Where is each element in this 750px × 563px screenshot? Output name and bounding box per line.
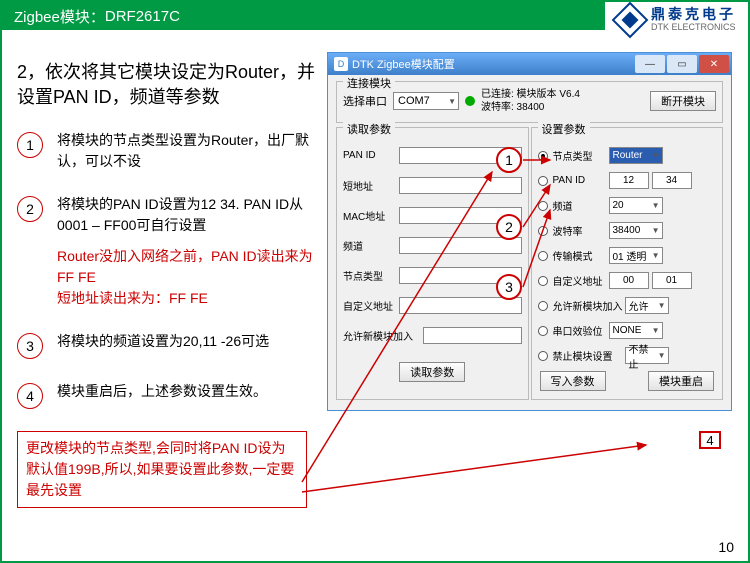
write-button[interactable]: 写入参数 [540,371,606,391]
close-button[interactable]: ✕ [699,55,729,73]
step-text-1: 将模块的节点类型设置为Router，出厂默认，可以不设 [57,130,317,172]
panid-radio[interactable] [538,176,548,186]
main-instruction: 2，依次将其它模块设定为Router，并设置PAN ID，频道等参数 [17,60,317,110]
titlebar[interactable]: D DTK Zigbee模块配置 — ▭ ✕ [328,53,731,75]
config-window: D DTK Zigbee模块配置 — ▭ ✕ 连接模块 选择串口 COM7 已连… [327,52,732,411]
step-2: 2 将模块的PAN ID设置为12 34. PAN ID从 0001 – FF0… [17,194,317,309]
step-text-4: 模块重启后，上述参数设置生效。 [57,381,267,409]
step-text-2: 将模块的PAN ID设置为12 34. PAN ID从 0001 – FF00可… [57,194,317,236]
page-number: 10 [718,539,734,555]
status-led-icon [465,96,475,106]
window-title: DTK Zigbee模块配置 [352,56,455,72]
red-note-1: Router没加入网络之前，PAN ID读出来为FF FE [57,246,317,288]
allowjoin-radio[interactable] [538,301,548,311]
port-label: 选择串口 [343,93,387,109]
panid-b-input[interactable]: 34 [652,172,692,189]
port-combo[interactable]: COM7 [393,92,459,110]
logo-en: DTK ELECTRONICS [651,23,736,33]
connect-group: 连接模块 选择串口 COM7 已连接: 模块版本 V6.4 波特率: 38400… [336,81,723,123]
logo-cn: 鼎泰克电子 [651,7,736,22]
warning-box: 更改模块的节点类型,会同时将PAN ID设为默认值199B,所以,如果要设置此参… [17,431,307,508]
logo: 鼎泰克电子 DTK ELECTRONICS [605,2,748,38]
connect-group-title: 连接模块 [343,75,395,91]
step-num-4: 4 [17,383,43,409]
step-3: 3 将模块的频道设置为20,11 -26可选 [17,331,317,359]
logo-diamond-icon [612,2,649,39]
baud-radio[interactable] [538,226,548,236]
maximize-button[interactable]: ▭ [667,55,697,73]
header-prefix: Zigbee模块： [14,6,105,27]
nodetype-combo[interactable]: Router [609,147,663,164]
txmode-combo[interactable]: 01 透明 [609,247,663,264]
disconnect-button[interactable]: 断开模块 [650,91,716,111]
set-group-title: 设置参数 [538,121,590,137]
panid-a-input[interactable]: 12 [609,172,649,189]
step-num-1: 1 [17,132,43,158]
read-allowjoin-input[interactable] [423,327,522,344]
nodetype-radio[interactable] [538,151,548,161]
status-text: 已连接: 模块版本 V6.4 波特率: 38400 [481,88,580,114]
step-1: 1 将模块的节点类型设置为Router，出厂默认，可以不设 [17,130,317,172]
step-4: 4 模块重启后，上述参数设置生效。 [17,381,317,409]
header-model: DRF2617C [105,8,180,25]
ann-box-4: 4 [699,431,721,449]
app-icon: D [334,57,348,71]
restart-button[interactable]: 模块重启 [648,371,714,391]
customaddr-radio[interactable] [538,276,548,286]
txmode-radio[interactable] [538,251,548,261]
ann-circle-1: 1 [496,147,522,173]
baud-combo[interactable]: 38400 [609,222,663,239]
allowjoin-combo[interactable]: 允许 [625,297,669,314]
read-shortaddr-input[interactable] [399,177,522,194]
set-group: 设置参数 节点类型Router PAN ID1234 频道20 波特率38400… [531,127,724,400]
ann-circle-3: 3 [496,274,522,300]
read-button[interactable]: 读取参数 [399,362,465,382]
custom-a-input[interactable]: 00 [609,272,649,289]
step-num-3: 3 [17,333,43,359]
read-group-title: 读取参数 [343,121,395,137]
step-text-3: 将模块的频道设置为20,11 -26可选 [57,331,269,359]
uartcheck-radio[interactable] [538,326,548,336]
ann-circle-2: 2 [496,214,522,240]
channel-radio[interactable] [538,201,548,211]
red-note-2: 短地址读出来为：FF FE [57,288,317,309]
forbid-combo[interactable]: 不禁止 [625,347,669,364]
forbid-radio[interactable] [538,351,548,361]
minimize-button[interactable]: — [635,55,665,73]
uartcheck-combo[interactable]: NONE [609,322,663,339]
channel-combo[interactable]: 20 [609,197,663,214]
step-num-2: 2 [17,196,43,222]
custom-b-input[interactable]: 01 [652,272,692,289]
